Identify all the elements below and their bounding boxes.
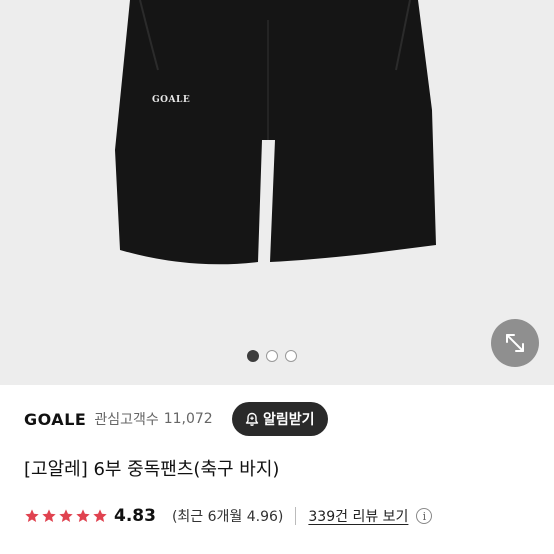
expand-diagonal-icon — [506, 334, 524, 352]
favorites-count: 11,072 — [163, 411, 213, 427]
review-link[interactable]: 339건 리뷰 보기 — [308, 506, 408, 526]
gallery-pagination — [247, 350, 297, 362]
rating-row: 4.83 (최근 6개월 4.96) 339건 리뷰 보기 i — [24, 504, 433, 528]
alert-subscribe-button[interactable]: 알림받기 — [232, 402, 328, 436]
product-logo: GOALE — [152, 95, 190, 105]
divider — [295, 507, 297, 525]
star-rating — [24, 508, 108, 524]
star-icon — [59, 509, 73, 522]
alert-button-label: 알림받기 — [263, 412, 315, 428]
rating-score: 4.83 — [114, 506, 156, 526]
brand-name[interactable]: GOALE — [24, 410, 86, 429]
expand-image-button[interactable] — [491, 319, 539, 367]
favorites-label: 관심고객수 — [94, 412, 159, 428]
page-dot-3[interactable] — [285, 350, 297, 362]
page-dot-1[interactable] — [247, 350, 259, 362]
star-icon — [42, 509, 56, 522]
star-icon — [25, 509, 39, 522]
brand-row: GOALE 관심고객수 11,072 알림받기 — [24, 398, 530, 440]
star-icon — [76, 509, 90, 522]
product-title: [고알레] 6부 중독팬츠(축구 바지) — [24, 459, 280, 480]
bell-plus-icon — [245, 412, 259, 426]
product-image: GOALE — [115, 0, 436, 265]
recent-rating: (최근 6개월 4.96) — [171, 509, 284, 525]
page-dot-2[interactable] — [266, 350, 278, 362]
star-icon — [93, 509, 107, 522]
product-gallery[interactable]: GOALE — [0, 0, 554, 385]
info-icon[interactable]: i — [416, 508, 433, 524]
